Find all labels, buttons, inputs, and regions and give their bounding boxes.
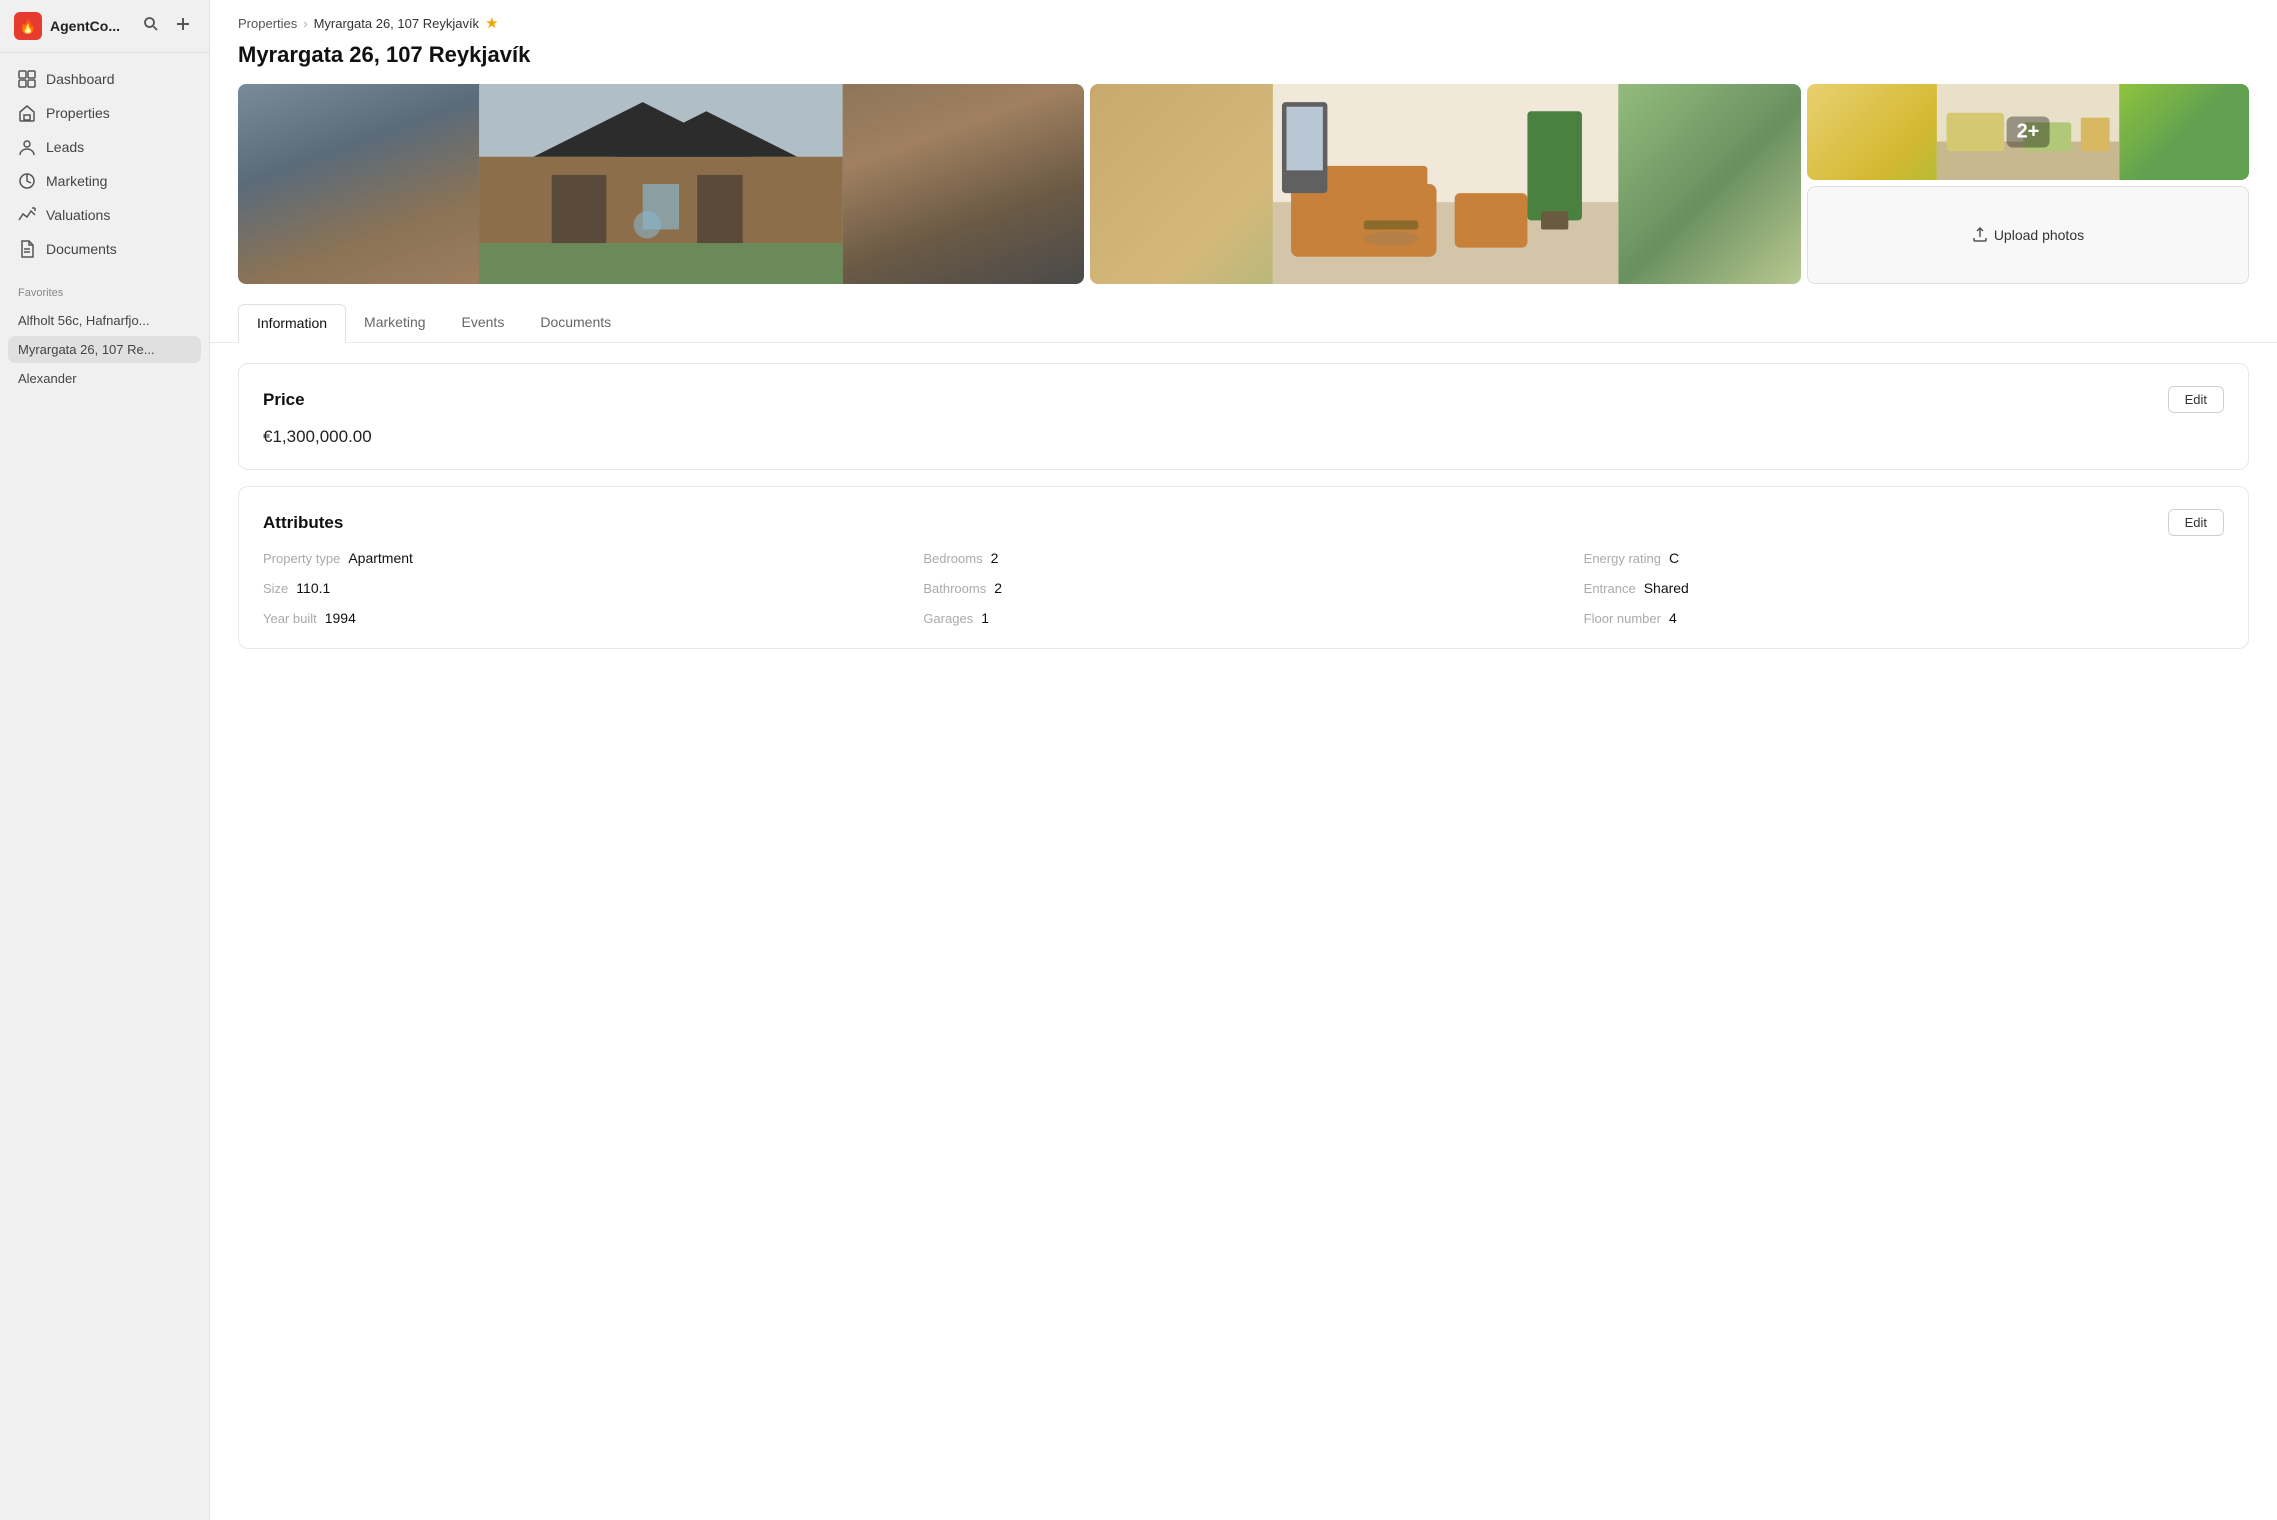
attr-bedrooms-value: 2 (991, 550, 999, 566)
attributes-edit-button[interactable]: Edit (2168, 509, 2224, 536)
attr-garages-label: Garages (923, 611, 973, 626)
sidebar-item-properties[interactable]: Properties (8, 97, 201, 129)
attr-size-label: Size (263, 581, 288, 596)
attr-year-built: Year built 1994 (263, 610, 903, 626)
sidebar-item-marketing-label: Marketing (46, 173, 107, 189)
favorites-label: Favorites (0, 275, 209, 303)
price-title: Price (263, 390, 305, 410)
tab-events[interactable]: Events (444, 304, 523, 343)
attr-garages: Garages 1 (923, 610, 1563, 626)
breadcrumb-current: Myrargata 26, 107 Reykjavík (314, 16, 479, 31)
sidebar: 🔥 AgentCo... Dashboard (0, 0, 210, 1520)
price-section: Price Edit €1,300,000.00 (238, 363, 2249, 470)
main-content: Properties › Myrargata 26, 107 Reykjavík… (210, 0, 2277, 1520)
upload-icon (1972, 227, 1988, 243)
sidebar-item-documents[interactable]: Documents (8, 233, 201, 265)
attr-bedrooms: Bedrooms 2 (923, 550, 1563, 566)
sidebar-item-dashboard[interactable]: Dashboard (8, 63, 201, 95)
photo-secondary[interactable] (1090, 84, 1801, 284)
app-logo: 🔥 (14, 12, 42, 40)
attr-energy-rating: Energy rating C (1584, 550, 2224, 566)
attr-floor-number-value: 4 (1669, 610, 1677, 626)
tab-marketing[interactable]: Marketing (346, 304, 443, 343)
photo-upload-column: 2+ Upload photos (1807, 84, 2249, 284)
overlay-badge: 2+ (2007, 117, 2050, 148)
content-area: Price Edit €1,300,000.00 Attributes Edit… (210, 363, 2277, 705)
documents-icon (18, 240, 36, 258)
sidebar-item-leads[interactable]: Leads (8, 131, 201, 163)
attr-size-value: 110.1 (296, 580, 330, 596)
breadcrumb: Properties › Myrargata 26, 107 Reykjavík… (238, 14, 2249, 32)
valuations-icon (18, 206, 36, 224)
nav-items: Dashboard Properties Leads Marketing Val… (0, 53, 209, 275)
attributes-section-header: Attributes Edit (263, 509, 2224, 536)
attr-floor-number-label: Floor number (1584, 611, 1661, 626)
attr-bathrooms-value: 2 (994, 580, 1002, 596)
favorite-item-3[interactable]: Alexander (8, 365, 201, 392)
attr-energy-rating-value: C (1669, 550, 1679, 566)
sidebar-item-documents-label: Documents (46, 241, 117, 257)
leads-icon (18, 138, 36, 156)
favorite-item-1[interactable]: Alfholt 56c, Hafnarfjo... (8, 307, 201, 334)
favorite-item-2[interactable]: Myrargata 26, 107 Re... (8, 336, 201, 363)
marketing-icon (18, 172, 36, 190)
attr-bathrooms: Bathrooms 2 (923, 580, 1563, 596)
photo-overlay[interactable]: 2+ (1807, 84, 2249, 180)
app-name: AgentCo... (50, 18, 131, 34)
favorites-list: Alfholt 56c, Hafnarfjo... Myrargata 26, … (0, 303, 209, 396)
properties-icon (18, 104, 36, 122)
topbar: Properties › Myrargata 26, 107 Reykjavík… (210, 0, 2277, 32)
attr-bathrooms-label: Bathrooms (923, 581, 986, 596)
sidebar-item-valuations-label: Valuations (46, 207, 110, 223)
attr-year-built-value: 1994 (325, 610, 356, 626)
photo-gallery: 2+ Upload photos (210, 84, 2277, 304)
search-button[interactable] (139, 14, 163, 39)
plus-icon (175, 16, 191, 32)
sidebar-item-properties-label: Properties (46, 105, 110, 121)
attr-year-built-label: Year built (263, 611, 317, 626)
attr-bedrooms-label: Bedrooms (923, 551, 982, 566)
upload-photos-button[interactable]: Upload photos (1807, 186, 2249, 284)
sidebar-header: 🔥 AgentCo... (0, 0, 209, 53)
attributes-section: Attributes Edit Property type Apartment … (238, 486, 2249, 649)
price-edit-button[interactable]: Edit (2168, 386, 2224, 413)
breadcrumb-separator: › (303, 16, 307, 31)
sidebar-item-dashboard-label: Dashboard (46, 71, 115, 87)
search-icon (143, 16, 159, 32)
attr-entrance-label: Entrance (1584, 581, 1636, 596)
upload-photos-label: Upload photos (1994, 227, 2084, 243)
breadcrumb-star[interactable]: ★ (485, 14, 498, 32)
tabs-list: Information Marketing Events Documents (238, 304, 2249, 342)
attr-energy-rating-label: Energy rating (1584, 551, 1661, 566)
price-section-header: Price Edit (263, 386, 2224, 413)
attr-size: Size 110.1 (263, 580, 903, 596)
attr-property-type-label: Property type (263, 551, 340, 566)
sidebar-header-icons (139, 14, 195, 39)
attr-entrance: Entrance Shared (1584, 580, 2224, 596)
sidebar-item-valuations[interactable]: Valuations (8, 199, 201, 231)
breadcrumb-parent[interactable]: Properties (238, 16, 297, 31)
photo-secondary-image (1090, 84, 1801, 284)
photo-main[interactable] (238, 84, 1084, 284)
sidebar-item-marketing[interactable]: Marketing (8, 165, 201, 197)
attr-entrance-value: Shared (1644, 580, 1689, 596)
photo-main-image (238, 84, 1084, 284)
attr-garages-value: 1 (981, 610, 989, 626)
dashboard-icon (18, 70, 36, 88)
tab-information[interactable]: Information (238, 304, 346, 343)
attr-property-type-value: Apartment (348, 550, 413, 566)
page-title: Myrargata 26, 107 Reykjavík (210, 42, 2277, 84)
attributes-grid: Property type Apartment Bedrooms 2 Energ… (263, 550, 2224, 626)
attr-property-type: Property type Apartment (263, 550, 903, 566)
house-illustration (238, 84, 1084, 284)
sidebar-item-leads-label: Leads (46, 139, 84, 155)
tab-documents[interactable]: Documents (522, 304, 629, 343)
attributes-title: Attributes (263, 513, 343, 533)
attr-floor-number: Floor number 4 (1584, 610, 2224, 626)
price-value: €1,300,000.00 (263, 427, 2224, 447)
add-button[interactable] (171, 14, 195, 39)
living-room-illustration (1090, 84, 1801, 284)
tabs-bar: Information Marketing Events Documents (210, 304, 2277, 343)
